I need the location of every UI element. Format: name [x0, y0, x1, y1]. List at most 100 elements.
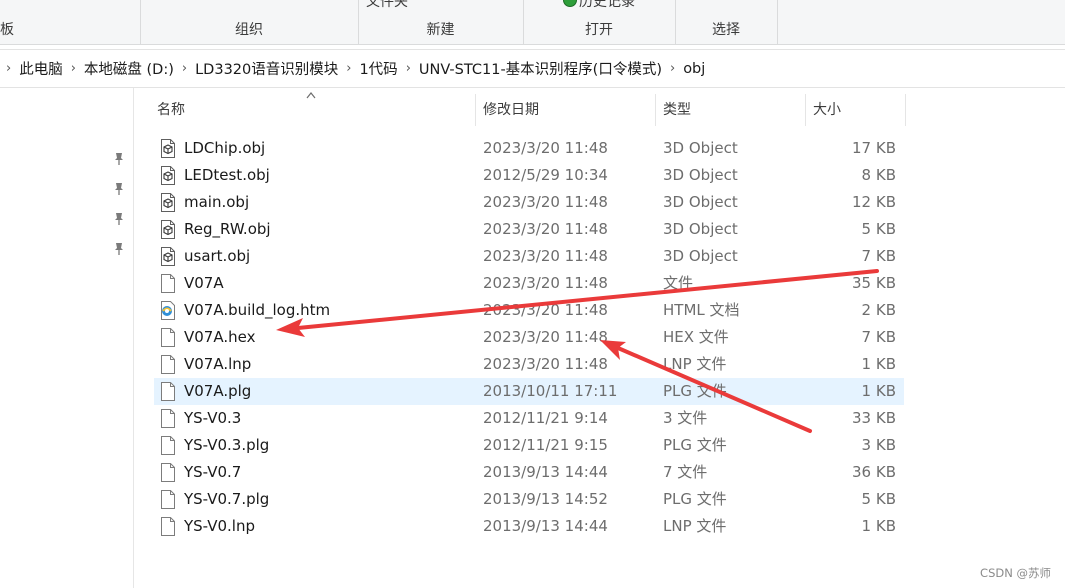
- file-size: 5 KB: [861, 490, 896, 508]
- file-icon: [160, 463, 176, 482]
- pin-icon[interactable]: [113, 152, 125, 166]
- column-divider[interactable]: [475, 94, 476, 126]
- file-row[interactable]: usart.obj 2023/3/20 11:48 3D Object 7 KB: [154, 243, 904, 270]
- ribbon-group-label-organize: 组织: [235, 22, 263, 38]
- 3d-object-icon: [160, 247, 176, 266]
- file-name: V07A: [184, 274, 224, 292]
- chevron-right-icon[interactable]: ›: [346, 61, 351, 76]
- file-date: 2023/3/20 11:48: [483, 139, 608, 157]
- pin-icon[interactable]: [113, 182, 125, 196]
- file-type: 3D Object: [663, 139, 738, 157]
- file-type: 3D Object: [663, 193, 738, 211]
- file-type: PLG 文件: [663, 382, 727, 400]
- chevron-right-icon[interactable]: ›: [71, 61, 76, 76]
- chevron-right-icon[interactable]: ›: [6, 61, 11, 76]
- file-name: V07A.hex: [184, 328, 256, 346]
- history-label: 历史记录: [579, 0, 635, 10]
- file-size: 7 KB: [861, 247, 896, 265]
- history-icon: [563, 0, 577, 7]
- file-row[interactable]: YS-V0.3.plg 2012/11/21 9:15 PLG 文件 3 KB: [154, 432, 904, 459]
- file-row[interactable]: YS-V0.7 2013/9/13 14:44 7 文件 36 KB: [154, 459, 904, 486]
- file-size: 1 KB: [861, 517, 896, 535]
- ribbon: 板 组织 文件夹 新建 历史记录 打开 选择: [0, 0, 1065, 45]
- file-date: 2012/11/21 9:14: [483, 409, 608, 427]
- file-icon: [160, 355, 176, 374]
- breadcrumb-item-this-pc[interactable]: 此电脑: [19, 58, 63, 79]
- file-row[interactable]: YS-V0.3 2012/11/21 9:14 3 文件 33 KB: [154, 405, 904, 432]
- breadcrumb-item-obj[interactable]: obj: [683, 61, 705, 77]
- column-header-size[interactable]: 大小: [813, 93, 841, 127]
- column-header-name[interactable]: 名称: [157, 93, 185, 127]
- address-bar[interactable]: › 此电脑 › 本地磁盘 (D:) › LD3320语音识别模块 › 1代码 ›…: [0, 49, 1065, 88]
- new-folder-label[interactable]: 文件夹: [358, 0, 523, 11]
- file-row[interactable]: V07A.lnp 2023/3/20 11:48 LNP 文件 1 KB: [154, 351, 904, 378]
- file-type: 3D Object: [663, 166, 738, 184]
- column-header-type[interactable]: 类型: [663, 93, 691, 127]
- file-row[interactable]: V07A.build_log.htm 2023/3/20 11:48 HTML 文档…: [154, 297, 904, 324]
- ribbon-group-new[interactable]: 文件夹 新建: [358, 0, 524, 44]
- ribbon-group-organize[interactable]: 组织: [140, 0, 359, 44]
- file-row[interactable]: V07A 2023/3/20 11:48 文件 35 KB: [154, 270, 904, 297]
- file-row[interactable]: YS-V0.7.plg 2013/9/13 14:52 PLG 文件 5 KB: [154, 486, 904, 513]
- 3d-object-icon: [160, 139, 176, 158]
- file-name: main.obj: [184, 193, 250, 211]
- file-type: 文件: [663, 274, 694, 292]
- column-divider[interactable]: [805, 94, 806, 126]
- ribbon-group-label-select: 选择: [712, 22, 740, 38]
- file-type: PLG 文件: [663, 436, 727, 454]
- chevron-right-icon[interactable]: ›: [670, 61, 675, 76]
- file-row[interactable]: Reg_RW.obj 2023/3/20 11:48 3D Object 5 KB: [154, 216, 904, 243]
- file-row[interactable]: main.obj 2023/3/20 11:48 3D Object 12 KB: [154, 189, 904, 216]
- file-icon: [160, 436, 176, 455]
- file-icon: [160, 409, 176, 428]
- file-date: 2013/9/13 14:52: [483, 490, 608, 508]
- history-button[interactable]: 历史记录: [523, 0, 675, 11]
- ribbon-group-open[interactable]: 历史记录 打开: [523, 0, 676, 44]
- file-size: 3 KB: [861, 436, 896, 454]
- file-name: YS-V0.3.plg: [184, 436, 270, 454]
- file-row[interactable]: LDChip.obj 2023/3/20 11:48 3D Object 17 KB: [154, 135, 904, 162]
- file-size: 35 KB: [852, 274, 896, 292]
- ribbon-group-select[interactable]: 选择: [675, 0, 778, 44]
- file-name: usart.obj: [184, 247, 251, 265]
- breadcrumb: › 此电脑 › 本地磁盘 (D:) › LD3320语音识别模块 › 1代码 ›…: [6, 50, 705, 87]
- breadcrumb-item-unv-stc11[interactable]: UNV-STC11-基本识别程序(口令模式): [419, 58, 662, 79]
- column-header-date[interactable]: 修改日期: [483, 93, 539, 127]
- file-date: 2023/3/20 11:48: [483, 355, 608, 373]
- file-date: 2013/9/13 14:44: [483, 517, 608, 535]
- file-row[interactable]: YS-V0.lnp 2013/9/13 14:44 LNP 文件 1 KB: [154, 513, 904, 540]
- file-name: LDChip.obj: [184, 139, 266, 157]
- chevron-right-icon[interactable]: ›: [182, 61, 187, 76]
- file-date: 2023/3/20 11:48: [483, 274, 608, 292]
- breadcrumb-item-ld3320[interactable]: LD3320语音识别模块: [195, 58, 338, 79]
- file-size: 7 KB: [861, 328, 896, 346]
- file-icon: [160, 517, 176, 536]
- chevron-right-icon[interactable]: ›: [406, 61, 411, 76]
- file-type: 3 文件: [663, 409, 708, 427]
- breadcrumb-item-local-disk[interactable]: 本地磁盘 (D:): [84, 58, 174, 79]
- column-divider[interactable]: [655, 94, 656, 126]
- file-date: 2023/3/20 11:48: [483, 301, 608, 319]
- file-size: 1 KB: [861, 355, 896, 373]
- file-name: YS-V0.lnp: [184, 517, 255, 535]
- file-name: V07A.plg: [184, 382, 252, 400]
- file-row[interactable]: V07A.hex 2023/3/20 11:48 HEX 文件 7 KB: [154, 324, 904, 351]
- file-date: 2023/3/20 11:48: [483, 328, 608, 346]
- file-name: V07A.build_log.htm: [184, 301, 331, 319]
- breadcrumb-item-code[interactable]: 1代码: [359, 58, 397, 79]
- column-divider[interactable]: [905, 94, 906, 126]
- file-list: LDChip.obj 2023/3/20 11:48 3D Object 17 KB L…: [154, 135, 904, 540]
- ribbon-group-label-open: 打开: [585, 22, 613, 38]
- ribbon-group-clipboard: [0, 0, 141, 44]
- file-date: 2013/10/11 17:11: [483, 382, 618, 400]
- pin-icon[interactable]: [113, 242, 125, 256]
- file-name: YS-V0.7.plg: [184, 490, 270, 508]
- file-type: LNP 文件: [663, 517, 727, 535]
- file-name: YS-V0.3: [184, 409, 242, 427]
- pin-icon[interactable]: [113, 212, 125, 226]
- file-size: 5 KB: [861, 220, 896, 238]
- file-size: 8 KB: [861, 166, 896, 184]
- file-size: 33 KB: [852, 409, 896, 427]
- file-row[interactable]: V07A.plg 2013/10/11 17:11 PLG 文件 1 KB: [154, 378, 904, 405]
- file-row[interactable]: LEDtest.obj 2012/5/29 10:34 3D Object 8 KB: [154, 162, 904, 189]
